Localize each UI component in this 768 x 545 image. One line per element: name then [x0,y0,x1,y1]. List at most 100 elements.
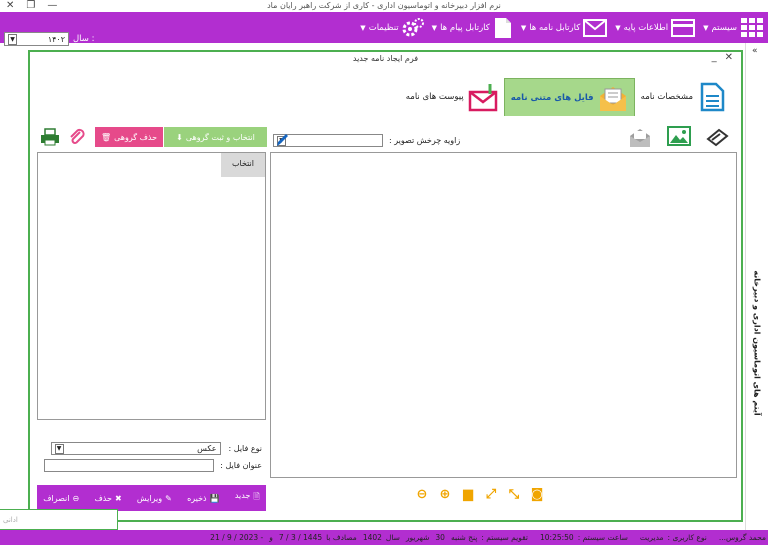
tab-text-files-label: فایل های متنی نامه [510,92,594,103]
mail-icon [583,18,608,37]
menu-system[interactable]: سیستم ▼ [703,12,764,43]
chevron-down-icon: ▼ [703,23,709,32]
tab-letter-details-label: مشخصات نامه [640,92,693,102]
trash-icon: 🗑 [100,132,112,142]
edit-label: ویرایش [136,493,163,503]
image-tools: ⊖ ⊕ ▆ ⤢ ⤡ ◙ [415,488,544,502]
chevron-down-icon: ▼ [431,23,438,32]
year-label: سال : [73,34,95,44]
pencil-icon[interactable] [275,132,289,148]
floppy-icon: 💾 [209,493,220,503]
footer-left-box: ادانی [0,509,118,530]
footer-left-text: ادانی [3,516,18,524]
status-gregorian: 21 / 9 / 2023 - [210,533,264,542]
double-chevron-icon[interactable]: « [752,46,758,56]
minimize-icon[interactable]: _ [712,52,717,63]
gears-icon [402,17,424,36]
select-column-header[interactable]: انتخاب [221,153,265,177]
menu-messages[interactable]: کارتابل پیام ها ▼ [432,12,513,43]
status-day-num: 30 [435,533,445,542]
new-button[interactable]: 🗎 جدید [235,491,260,505]
zoom-in-icon[interactable]: ⊕ [438,488,452,502]
menu-settings-label: تنظیمات [368,22,399,33]
file-type-select[interactable]: عکس ▼ [50,442,221,455]
pencil-icon: ✎ [165,493,172,503]
image-icon[interactable] [667,126,691,146]
rotate-angle-row: زاویه چرخش تصویر : ▼ [273,134,460,147]
menu-base-info-label: اطلاعات پایه [623,22,669,33]
tab-letter-details[interactable]: مشخصات نامه [635,78,733,116]
status-user-type: مدیریت [639,533,664,542]
dropdown-arrow-icon[interactable]: ▼ [54,443,64,454]
image-preview-panel[interactable] [270,152,737,478]
card-icon [671,18,696,37]
menu-letters-label: کارتابل نامه ها [529,22,581,33]
status-time: 10:25:50 [540,533,574,542]
file-type-value: عکس [197,444,217,453]
file-title-input[interactable] [44,459,215,472]
window-title: نرم افزار دبیرخانه و اتوماسیون اداری - ک… [267,1,501,10]
status-bar: محمد گروس... نوع کاربری : مدیریت ساعت سی… [0,530,768,545]
printer-icon[interactable]: ▆ [461,488,475,502]
envelope-clip-icon [468,84,497,112]
delete-group-button[interactable]: 🗑 حذف گروهی [95,127,163,147]
save-button[interactable]: 💾 ذخیره [187,494,220,503]
new-doc-icon: 🗎 [253,492,260,501]
action-button-bar: 🗎 جدید 💾 ذخیره ✎ ویرایش ✖ حذف ⊖ انصراف [37,485,266,511]
envelope-open-icon [599,86,626,111]
paperclip-icon[interactable] [68,128,86,146]
file-list-panel[interactable]: انتخاب [37,152,266,420]
tab-text-files[interactable]: فایل های متنی نامه [503,78,635,116]
menu-letters[interactable]: کارتابل نامه ها ▼ [521,12,608,43]
form-controls: _ ✕ [712,52,733,63]
menu-base-info[interactable]: اطلاعات پایه ▼ [615,12,696,43]
file-type-row: نوع فایل : عکس ▼ [37,442,266,455]
printer-icon[interactable] [40,128,60,146]
scanner-icon[interactable] [705,127,729,147]
status-and: و [269,533,273,542]
envelope-gray-icon[interactable] [628,126,652,148]
document-icon [700,82,725,112]
grid-icon [741,17,763,37]
zoom-out-icon[interactable]: ⊖ [415,488,429,502]
status-user-type-label: نوع کاربری : [667,533,707,542]
status-equal-label: مصادف با [326,533,357,542]
select-group-button[interactable]: ⬇ انتخاب و ثبت گروهی [164,127,267,147]
status-year-label: سال [385,533,400,542]
chevron-down-icon: ▼ [615,23,621,32]
x-icon: ✖ [114,493,122,503]
select-group-label: انتخاب و ثبت گروهی [185,132,255,142]
new-letter-form: فرم ایجاد نامه جدید _ ✕ مشخصات نامه فایل… [28,50,743,522]
delete-button[interactable]: ✖ حذف [95,494,122,503]
cancel-label: انصراف [43,493,70,503]
year-select[interactable]: ▼ ۱۴۰۲ [4,32,69,46]
collapse-icon[interactable]: ⤡ [507,488,521,502]
year-value: ۱۴۰۲ [47,34,65,44]
expand-icon[interactable]: ⤢ [484,488,498,502]
arrow-down-icon: ⬇ [176,132,183,142]
tab-attachments[interactable]: پیوست های نامه [400,78,504,116]
cancel-button[interactable]: ⊖ انصراف [43,494,79,503]
delete-group-label: حذف گروهی [114,132,158,142]
edit-button[interactable]: ✎ ویرایش [137,494,172,503]
menu-settings[interactable]: تنظیمات ▼ [360,12,424,43]
save-label: ذخیره [187,493,207,503]
menu-system-label: سیستم [711,22,738,33]
status-time-label: ساعت سیستم : [577,533,628,542]
camera-icon[interactable]: ◙ [530,488,544,502]
title-bar: ✕ ❐ — نرم افزار دبیرخانه و اتوماسیون ادا… [0,0,768,12]
side-panel-collapsed[interactable]: « آیتم های اتوماسیون اداری و دبیرخانه [745,43,768,530]
status-user: محمد گروس... [718,533,766,542]
close-icon[interactable]: ✕ [725,52,733,63]
form-title: فرم ایجاد نامه جدید [352,54,419,63]
status-year: 1402 [362,533,382,542]
menu-messages-label: کارتابل پیام ها [440,22,490,33]
side-panel-label: آیتم های اتوماسیون اداری و دبیرخانه [752,270,762,416]
rotate-angle-select[interactable]: ▼ [273,134,383,147]
file-title-label: عنوان فایل : [220,461,262,470]
dropdown-arrow-icon[interactable]: ▼ [8,33,17,45]
tab-attachments-label: پیوست های نامه [405,92,464,102]
status-day: پنج شنبه [450,533,478,542]
status-month: شهریور [405,533,430,542]
chevron-down-icon: ▼ [360,23,366,32]
